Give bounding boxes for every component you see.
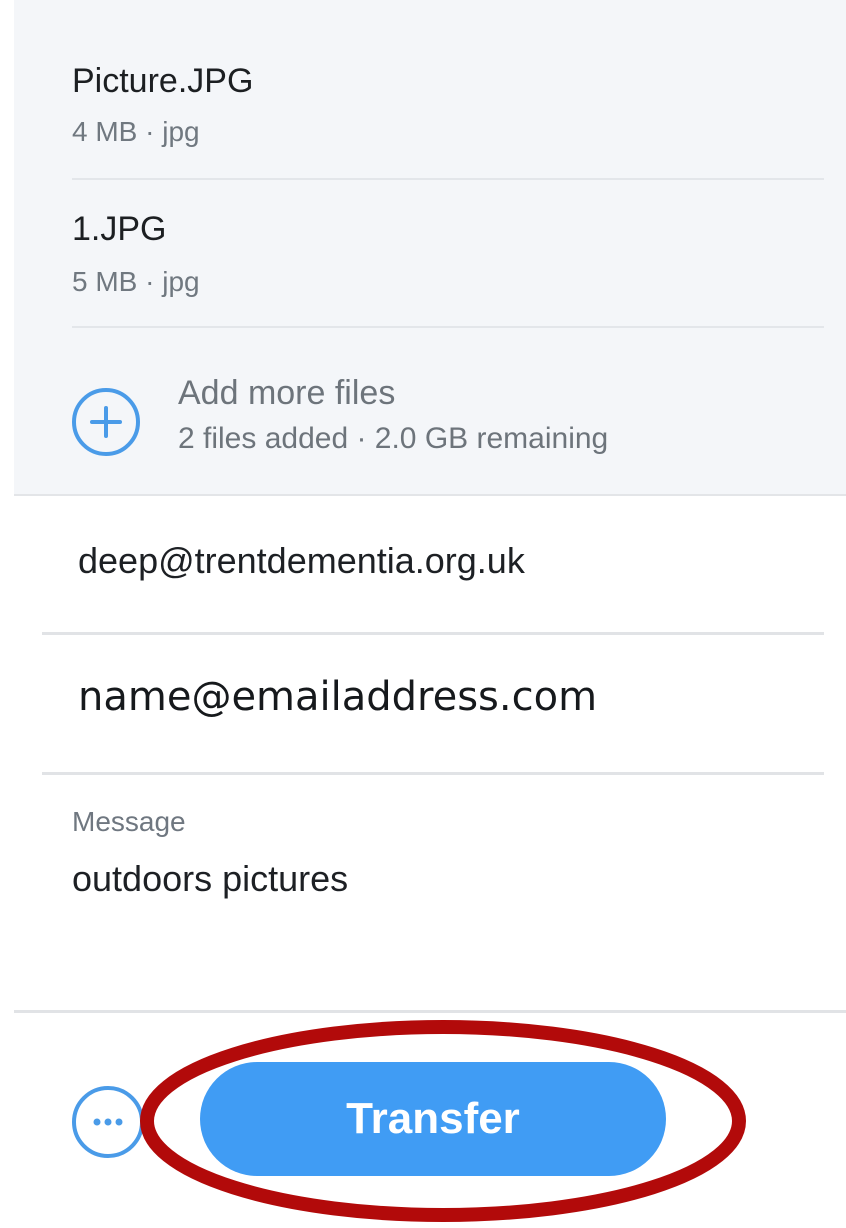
files-added-status: 2 files added · 2.0 GB remaining [178,422,609,455]
footer-divider [14,1010,846,1013]
file-item[interactable]: 1.JPG 5 MB · jpg [72,180,824,328]
file-meta: 5 MB · jpg [72,266,200,297]
file-name: 1.JPG [72,210,167,248]
file-item[interactable]: Picture.JPG 4 MB · jpg [72,40,824,180]
more-options-icon[interactable] [70,1084,146,1160]
recipient-email[interactable]: deep@trentdementia.org.uk [78,540,525,582]
file-list: Picture.JPG 4 MB · jpg 1.JPG 5 MB · jpg … [14,0,846,496]
message-label: Message [72,806,186,837]
transfer-button[interactable]: Transfer [200,1062,666,1176]
email-to-field[interactable]: deep@trentdementia.org.uk [42,496,824,635]
add-more-files-label: Add more files [178,374,396,412]
file-meta: 4 MB · jpg [72,116,200,147]
plus-circle-icon[interactable] [70,386,142,458]
file-name: Picture.JPG [72,62,254,100]
sender-email[interactable]: name@emailaddress.com [78,674,597,720]
add-more-files-button[interactable]: Add more files 2 files added · 2.0 GB re… [68,362,768,472]
transfer-panel: Picture.JPG 4 MB · jpg 1.JPG 5 MB · jpg … [14,0,846,1228]
your-email-field[interactable]: name@emailaddress.com [42,634,824,775]
message-input[interactable]: outdoors pictures [72,858,348,900]
